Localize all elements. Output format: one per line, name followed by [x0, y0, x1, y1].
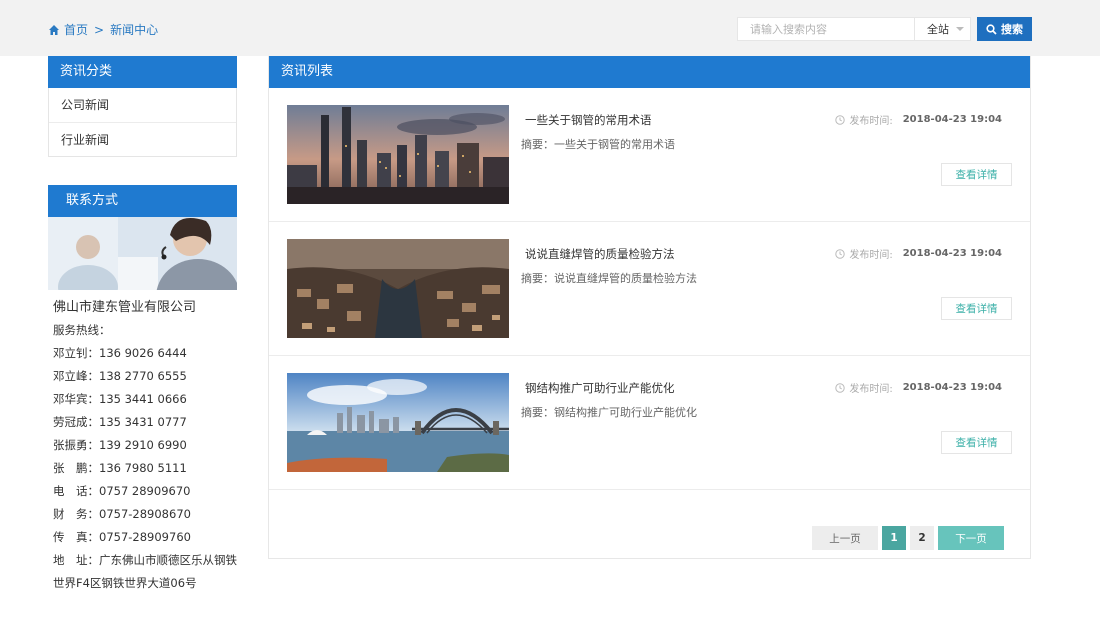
category-item-company-news[interactable]: 公司新闻 — [49, 88, 236, 122]
breadcrumb-home-link[interactable]: 首页 — [64, 21, 88, 38]
view-detail-button[interactable]: 查看详情 — [941, 431, 1012, 454]
contact-line: 张 鹏：136 7980 5111 — [53, 461, 187, 475]
contact-info: 佛山市建东管业有限公司 服务热线： 邓立钊：136 9026 6444 邓立峰：… — [48, 290, 237, 595]
clock-icon — [835, 114, 846, 125]
publish-time-label: 发布时间: — [849, 116, 893, 127]
news-thumbnail-aerial-city[interactable] — [287, 239, 509, 338]
news-item: 说说直缝焊管的质量检验方法 摘要：说说直缝焊管的质量检验方法 发布时间: 201… — [269, 222, 1030, 356]
publish-date: 2018-04-23 19:04 — [902, 114, 1002, 125]
contact-line: 邓立钊：136 9026 6444 — [53, 346, 187, 360]
contact-line: 服务热线： — [53, 323, 111, 337]
news-summary: 摘要：钢结构推广可助行业产能优化 — [521, 406, 697, 419]
news-publish-time: 发布时间: 2018-04-23 19:04 — [835, 246, 1002, 261]
news-publish-time: 发布时间: 2018-04-23 19:04 — [835, 380, 1002, 395]
category-panel-title: 资讯分类 — [48, 56, 237, 88]
publish-date: 2018-04-23 19:04 — [902, 248, 1002, 259]
news-title-link[interactable]: 钢结构推广可助行业产能优化 — [525, 380, 675, 396]
news-summary: 摘要：说说直缝焊管的质量检验方法 — [521, 272, 697, 285]
category-list: 公司新闻 行业新闻 — [48, 88, 237, 157]
search-button[interactable]: 搜索 — [977, 17, 1032, 41]
search-button-label: 搜索 — [1001, 23, 1023, 36]
view-detail-button[interactable]: 查看详情 — [941, 297, 1012, 320]
contact-line: 财 务：0757-28908670 — [53, 507, 191, 521]
view-detail-button[interactable]: 查看详情 — [941, 163, 1012, 186]
pagination: 上一页 1 2 下一页 — [812, 526, 1004, 550]
company-name: 佛山市建东管业有限公司 — [53, 300, 197, 315]
page-button-2[interactable]: 2 — [910, 526, 934, 550]
news-title-link[interactable]: 一些关于钢管的常用术语 — [525, 112, 652, 128]
news-thumbnail-city-skyline[interactable] — [287, 105, 509, 204]
category-item-industry-news[interactable]: 行业新闻 — [49, 122, 236, 156]
publish-date: 2018-04-23 19:04 — [902, 382, 1002, 393]
news-item: 一些关于钢管的常用术语 摘要：一些关于钢管的常用术语 发布时间: 2018-04… — [269, 88, 1030, 222]
customer-service-image — [48, 217, 237, 290]
sidebar: 资讯分类 公司新闻 行业新闻 联系方式 佛山市建东管业有限公司 服务热线： 邓立… — [48, 56, 237, 595]
contact-line: 传 真：0757-28909760 — [53, 530, 191, 544]
contact-line: 劳冠成：135 3431 0777 — [53, 415, 187, 429]
search-scope-select[interactable]: 全站 — [915, 17, 971, 41]
top-bar: 首页 > 新闻中心 全站 搜索 — [0, 0, 1100, 56]
news-publish-time: 发布时间: 2018-04-23 19:04 — [835, 112, 1002, 127]
contact-line: 邓立峰：138 2770 6555 — [53, 369, 187, 383]
search-bar: 全站 搜索 — [737, 17, 1032, 41]
contact-line: 地 址：广东佛山市顺德区乐从钢铁 — [53, 553, 237, 567]
news-list-panel: 资讯列表 一些关于钢管的常用术语 摘要：一些关于钢管的常用术语 发布时间: 20… — [268, 56, 1031, 559]
contact-line: 邓华宾：135 3441 0666 — [53, 392, 187, 406]
next-page-button[interactable]: 下一页 — [938, 526, 1004, 550]
contact-line: 张振勇：139 2910 6990 — [53, 438, 187, 452]
search-icon — [986, 23, 997, 35]
news-title-link[interactable]: 说说直缝焊管的质量检验方法 — [525, 246, 675, 262]
prev-page-button[interactable]: 上一页 — [812, 526, 878, 550]
search-scope-value: 全站 — [927, 23, 949, 36]
page-button-1[interactable]: 1 — [882, 526, 906, 550]
publish-time-label: 发布时间: — [849, 250, 893, 261]
breadcrumb: 首页 > 新闻中心 — [48, 21, 158, 38]
news-list-title: 资讯列表 — [269, 56, 1030, 88]
home-icon — [49, 24, 59, 35]
breadcrumb-separator: > — [94, 22, 105, 37]
news-item: 钢结构推广可助行业产能优化 摘要：钢结构推广可助行业产能优化 发布时间: 201… — [269, 356, 1030, 490]
breadcrumb-current[interactable]: 新闻中心 — [110, 21, 158, 38]
news-summary: 摘要：一些关于钢管的常用术语 — [521, 138, 675, 151]
news-thumbnail-harbour-bridge[interactable] — [287, 373, 509, 472]
clock-icon — [835, 382, 846, 393]
clock-icon — [835, 248, 846, 259]
chevron-down-icon — [956, 27, 964, 31]
contact-panel-title: 联系方式 — [48, 185, 237, 217]
contact-line: 电 话：0757 28909670 — [53, 484, 191, 498]
search-input[interactable] — [737, 17, 915, 41]
publish-time-label: 发布时间: — [849, 384, 893, 395]
contact-line: 世界F4区钢铁世界大道06号 — [53, 576, 197, 590]
